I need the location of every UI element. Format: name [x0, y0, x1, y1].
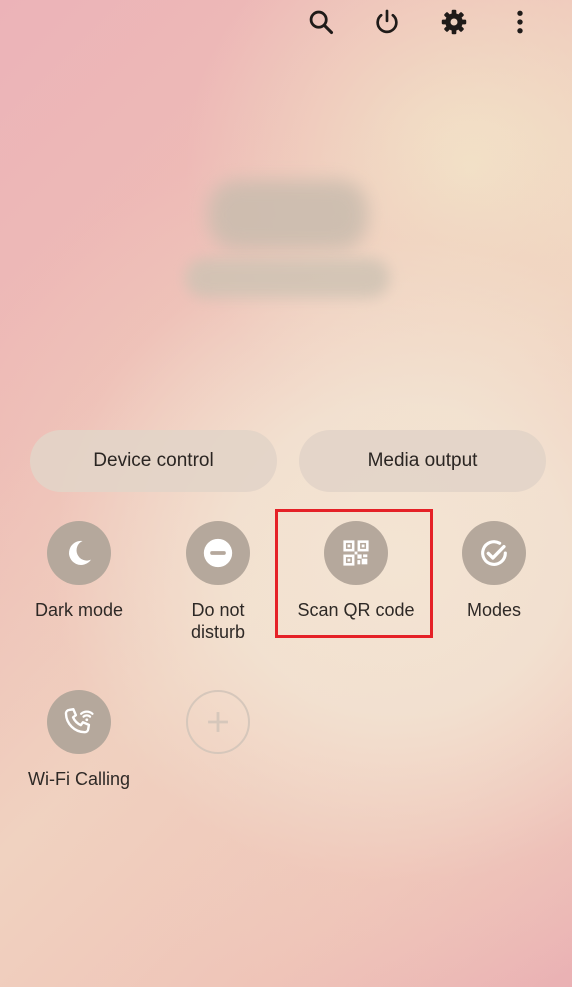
- minus-circle-icon: [203, 538, 233, 568]
- tile-modes[interactable]: Modes: [425, 521, 563, 621]
- device-control-label: Device control: [93, 450, 214, 471]
- tile-add[interactable]: [149, 690, 287, 754]
- gear-icon[interactable]: [436, 4, 472, 40]
- do-not-disturb-toggle[interactable]: [186, 521, 250, 585]
- more-vert-icon[interactable]: [502, 4, 538, 40]
- modes-toggle[interactable]: [462, 521, 526, 585]
- power-icon[interactable]: [369, 4, 405, 40]
- tile-label: Do not disturb: [190, 600, 246, 642]
- search-icon[interactable]: [303, 4, 339, 40]
- add-tile-button[interactable]: [186, 690, 250, 754]
- tile-wifi-calling[interactable]: Wi-Fi Calling: [10, 690, 148, 790]
- tile-dark-mode[interactable]: Dark mode: [10, 521, 148, 621]
- clock-date-blurred: [180, 170, 395, 310]
- top-bar: [0, 0, 572, 44]
- tile-label: Dark mode: [34, 600, 124, 620]
- media-output-label: Media output: [367, 450, 478, 471]
- wifi-calling-icon: [64, 708, 94, 734]
- device-control-button[interactable]: Device control: [30, 430, 277, 492]
- tile-do-not-disturb[interactable]: Do not disturb: [149, 521, 287, 643]
- wifi-calling-toggle[interactable]: [47, 690, 111, 754]
- dark-mode-toggle[interactable]: [47, 521, 111, 585]
- media-output-button[interactable]: Media output: [299, 430, 546, 492]
- check-circle-icon: [481, 540, 507, 566]
- tile-label: Wi-Fi Calling: [27, 769, 130, 789]
- tile-label: Modes: [466, 600, 522, 620]
- moon-icon: [69, 540, 92, 565]
- plus-icon: [208, 712, 228, 732]
- highlight-box: [275, 509, 433, 638]
